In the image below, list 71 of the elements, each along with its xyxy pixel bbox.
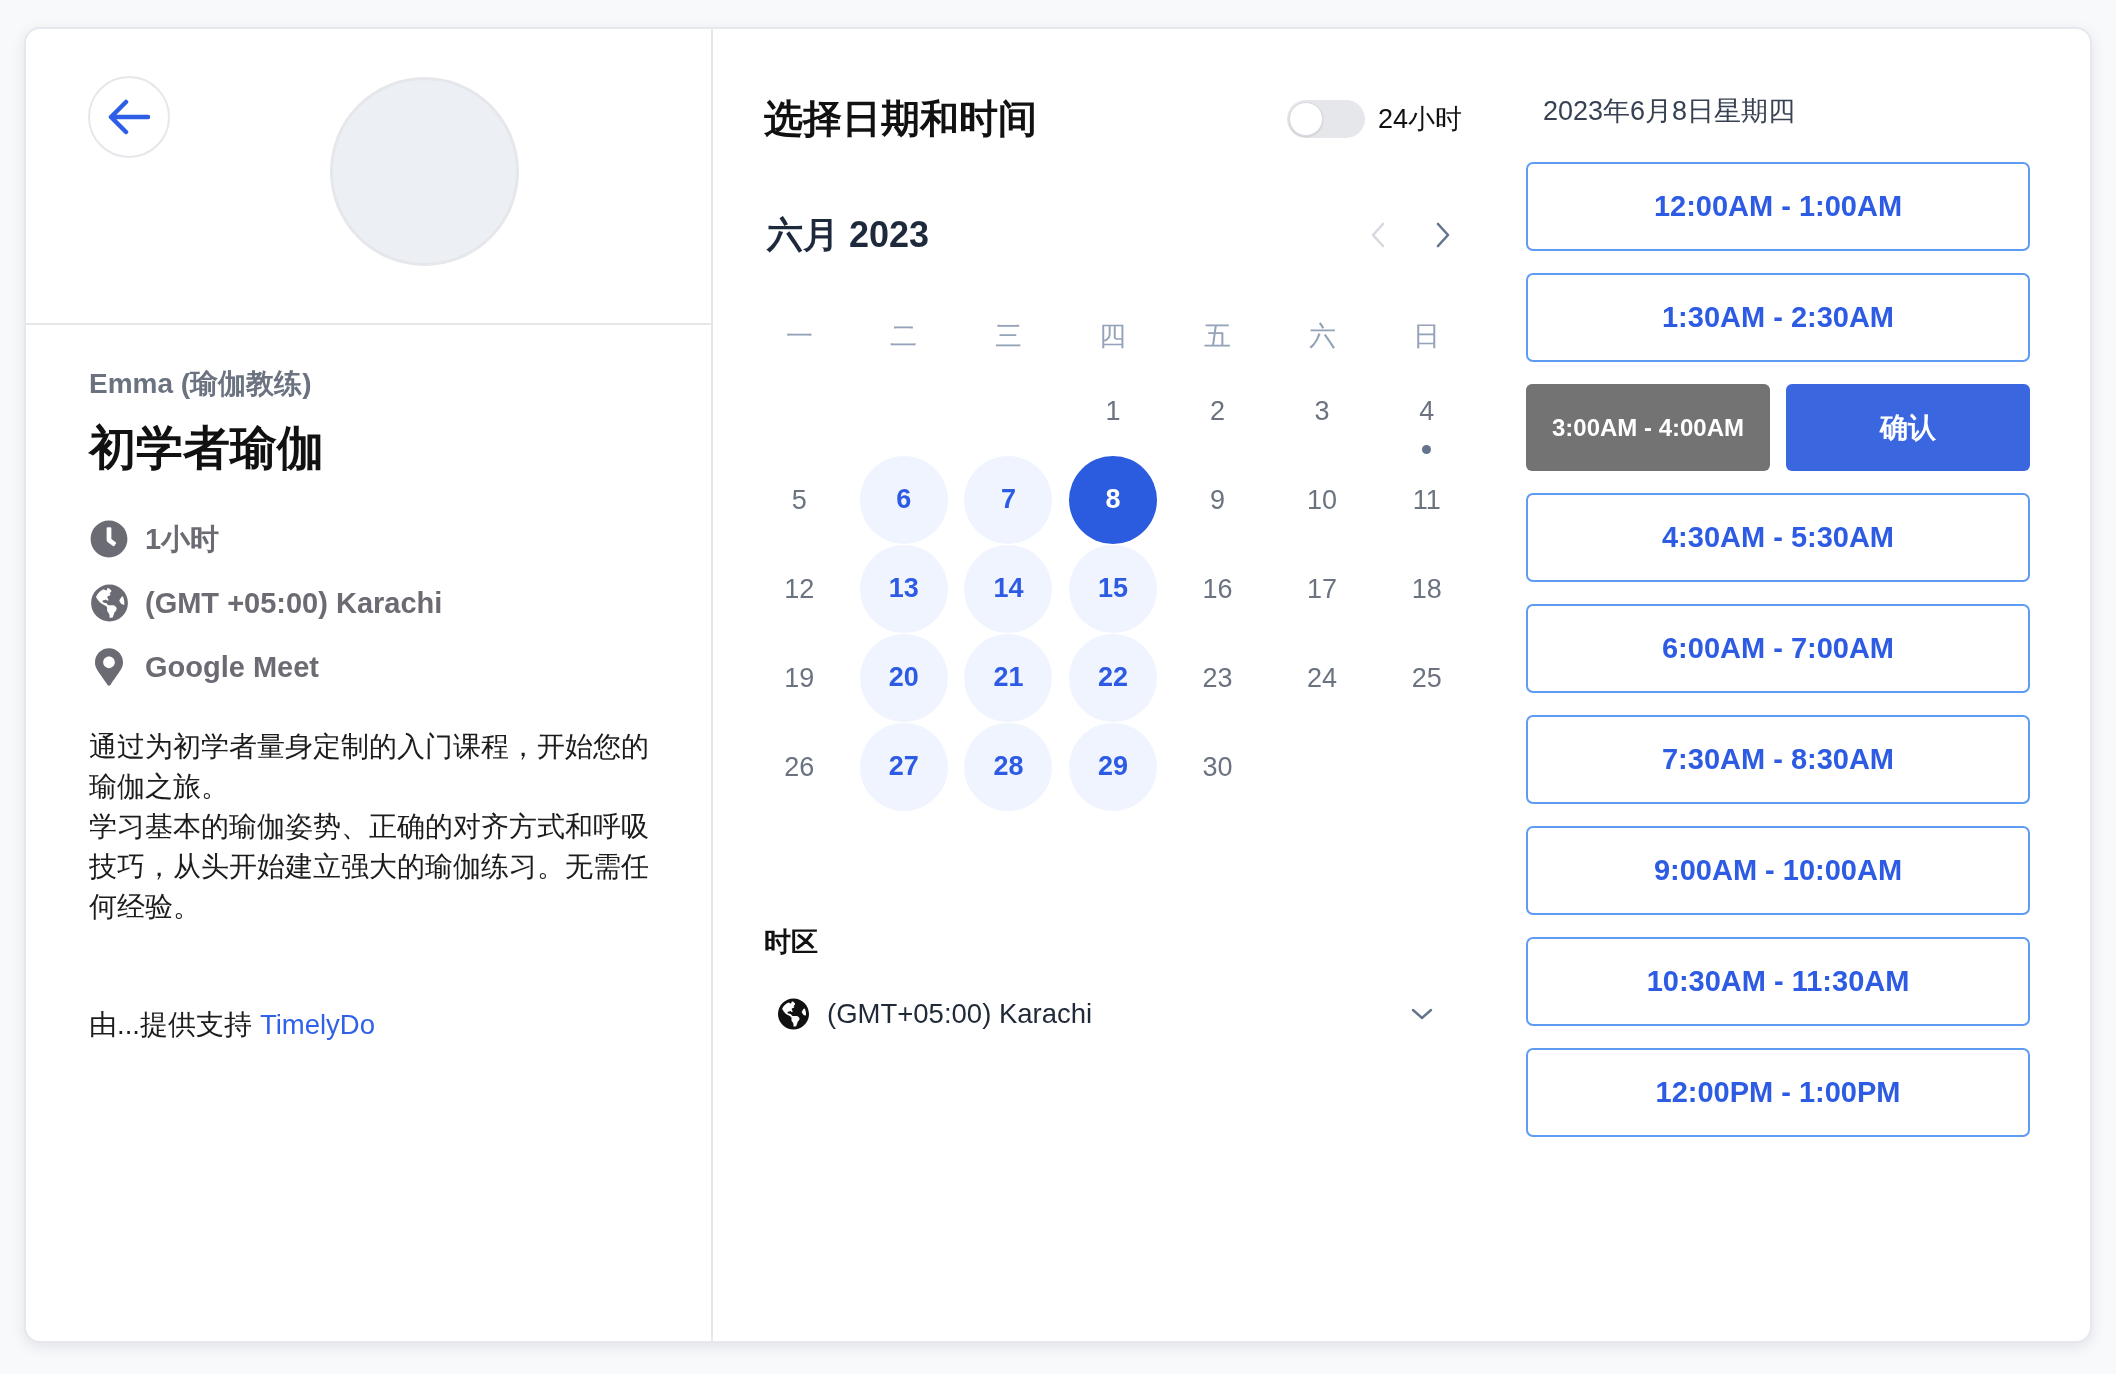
weekday-label: 日 xyxy=(1413,320,1441,353)
time-slot-button[interactable]: 7:30AM - 8:30AM xyxy=(1526,715,2030,804)
time-slot-button[interactable]: 12:00AM - 1:00AM xyxy=(1526,162,2030,251)
chevron-left-icon xyxy=(1371,222,1385,248)
time-slot-button[interactable]: 9:00AM - 10:00AM xyxy=(1526,826,2030,915)
time-slot-button[interactable]: 4:30AM - 5:30AM xyxy=(1526,493,2030,582)
arrow-left-icon xyxy=(108,99,150,135)
calendar-day[interactable]: 28 xyxy=(964,722,1053,811)
powered-by-link[interactable]: TimelyDo xyxy=(259,1005,376,1045)
time-slot-button[interactable]: 6:00AM - 7:00AM xyxy=(1526,604,2030,693)
calendar-day[interactable]: 21 xyxy=(964,633,1053,722)
map-pin-icon xyxy=(95,648,123,686)
calendar-day: 18 xyxy=(1411,572,1442,605)
weekday-label: 三 xyxy=(994,320,1022,353)
weekday-label: 五 xyxy=(1204,320,1232,353)
description-paragraph: 学习基本的瑜伽姿势、正确的对齐方式和呼吸技巧，从头开始建立强大的瑜伽练习。无需任何经验。 xyxy=(89,810,650,924)
chevron-down-icon xyxy=(1411,1008,1433,1020)
timezone-text: (GMT +05:00) Karachi xyxy=(145,586,443,621)
weekday-label: 一 xyxy=(785,320,813,353)
calendar-day: 11 xyxy=(1412,483,1441,516)
calendar-day[interactable]: 27 xyxy=(859,722,948,811)
calendar-day[interactable]: 14 xyxy=(964,544,1053,633)
calendar-day: 4 xyxy=(1419,394,1435,427)
timezone-select[interactable]: (GMT+05:00) Karachi xyxy=(778,992,1433,1036)
time-slot-button[interactable]: 10:30AM - 11:30AM xyxy=(1526,937,2030,1026)
calendar-day: 17 xyxy=(1307,572,1338,605)
clock-icon xyxy=(90,520,128,558)
chevron-right-icon xyxy=(1436,222,1450,248)
calendar-day: 30 xyxy=(1202,750,1233,783)
calendar-day: 3 xyxy=(1314,394,1330,427)
calendar-day[interactable]: 29 xyxy=(1068,722,1157,811)
duration-text: 1小时 xyxy=(145,522,220,557)
calendar-day: 9 xyxy=(1210,483,1226,516)
calendar-day: 23 xyxy=(1202,661,1233,694)
calendar-day[interactable]: 15 xyxy=(1068,544,1157,633)
clock-format-toggle[interactable] xyxy=(1286,100,1365,138)
time-slot-button[interactable]: 12:00PM - 1:00PM xyxy=(1526,1048,2030,1137)
weekday-label: 二 xyxy=(890,320,918,353)
calendar-day[interactable]: 7 xyxy=(964,455,1053,544)
calendar-day: 2 xyxy=(1210,394,1226,427)
calendar-day: 5 xyxy=(791,483,807,516)
calendar-day: 16 xyxy=(1202,572,1233,605)
weekday-label: 四 xyxy=(1099,320,1127,353)
scheduler-title: 选择日期和时间 xyxy=(764,96,1037,142)
calendar-day[interactable]: 13 xyxy=(859,544,948,633)
calendar-day: 12 xyxy=(784,572,815,605)
location-text: Google Meet xyxy=(145,650,319,685)
toggle-label: 24小时 xyxy=(1377,103,1462,136)
weekday-label: 六 xyxy=(1308,320,1336,353)
calendar-day: 10 xyxy=(1307,483,1338,516)
selected-date: 2023年6月8日星期四 xyxy=(1542,95,1797,128)
month-label: 六月 2023 xyxy=(767,213,930,257)
calendar-day[interactable]: 6 xyxy=(859,455,948,544)
calendar-day: 26 xyxy=(784,750,815,783)
host-name: Emma (瑜伽教练) xyxy=(89,367,312,401)
calendar-day: 25 xyxy=(1411,661,1442,694)
description-paragraph: 通过为初学者量身定制的入门课程，开始您的瑜伽之旅。 xyxy=(89,730,650,804)
powered-by-text: 由...提供支持 xyxy=(89,1008,252,1042)
globe-icon xyxy=(778,998,809,1030)
event-title: 初学者瑜伽 xyxy=(89,420,324,476)
time-slot-button[interactable]: 1:30AM - 2:30AM xyxy=(1526,273,2030,362)
timezone-heading: 时区 xyxy=(763,926,819,959)
calendar-day: 24 xyxy=(1307,661,1338,694)
calendar-day: 1 xyxy=(1105,394,1121,427)
time-slot-button[interactable]: 3:00AM - 4:00AM xyxy=(1526,384,1770,471)
calendar-day[interactable]: 8 xyxy=(1068,455,1157,544)
calendar-day: 19 xyxy=(784,661,815,694)
confirm-button[interactable]: 确认 xyxy=(1786,384,2030,471)
calendar-day[interactable]: 22 xyxy=(1068,633,1157,722)
globe-icon xyxy=(90,584,128,622)
calendar-day[interactable]: 20 xyxy=(859,633,948,722)
